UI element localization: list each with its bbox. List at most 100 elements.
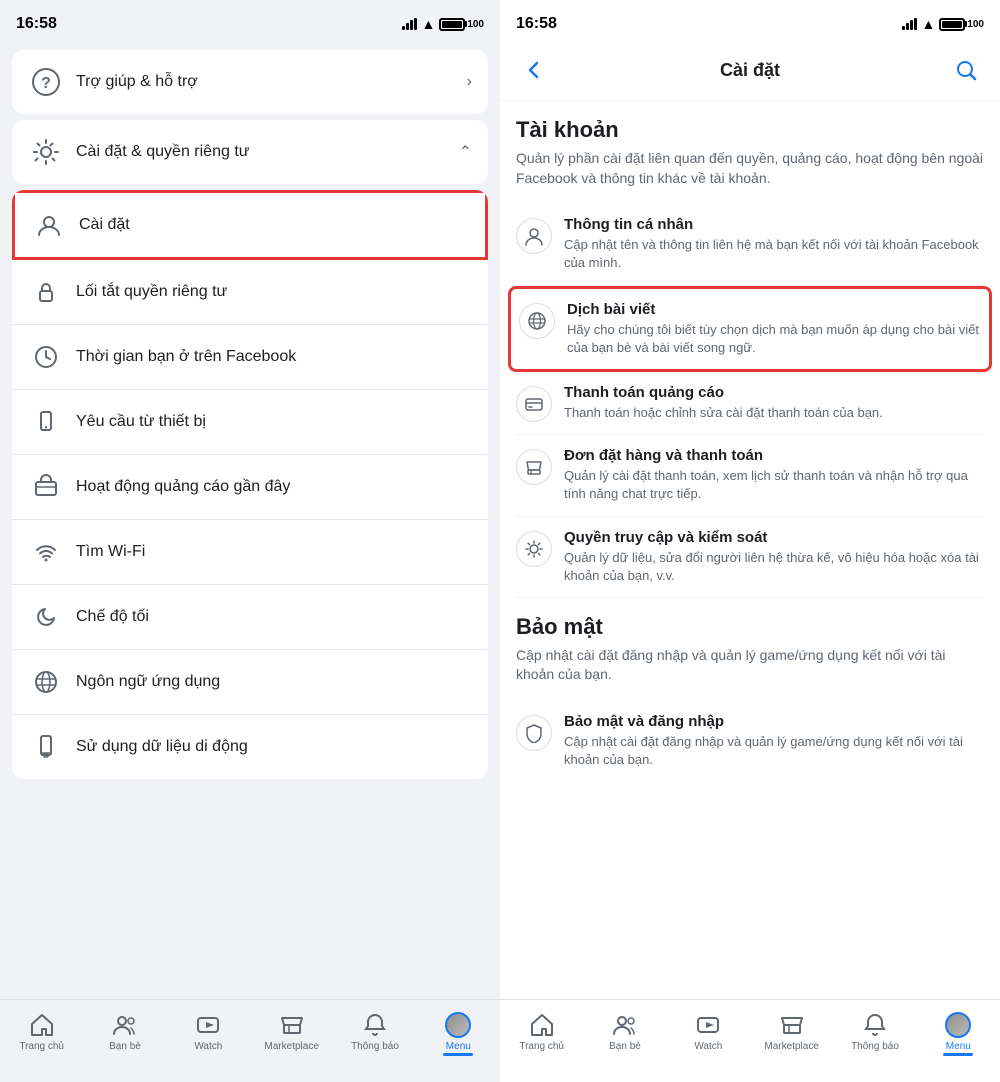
quyen-truy-cap-icon xyxy=(516,531,552,567)
left-status-icons: ▲ 100 xyxy=(402,16,484,32)
sub-items-group: Cài đặt Lối tắt quyền riêng tư xyxy=(12,190,488,779)
right-signal-icon xyxy=(902,18,917,30)
signal-icon xyxy=(402,18,417,30)
don-dat-hang-desc: Quản lý cài đặt thanh toán, xem lịch sử … xyxy=(564,467,984,503)
che-do-toi-item[interactable]: Chế độ tối xyxy=(12,585,488,650)
battery-icon xyxy=(439,18,465,31)
cai-dat-label: Cài đặt xyxy=(79,216,130,234)
yeu-cau-item[interactable]: Yêu cầu từ thiết bị xyxy=(12,390,488,455)
help-icon: ? xyxy=(28,64,64,100)
battery-container: 100 xyxy=(439,18,484,31)
right-battery-label: 100 xyxy=(967,19,984,30)
left-status-bar: 16:58 ▲ 100 xyxy=(0,0,500,44)
settings-privacy-icon xyxy=(28,134,64,170)
right-tab-home-label: Trang chủ xyxy=(519,1041,564,1052)
right-time: 16:58 xyxy=(516,15,557,33)
don-dat-hang-title: Đơn đặt hàng và thanh toán xyxy=(564,447,984,464)
right-tab-active-bar xyxy=(943,1053,973,1056)
thong-tin-ca-nhan-item[interactable]: Thông tin cá nhân Cập nhật tên và thông … xyxy=(516,204,984,285)
right-battery-container: 100 xyxy=(939,18,984,31)
hoat-dong-label: Hoạt động quảng cáo gần đây xyxy=(76,478,290,496)
bao-mat-section: Bảo mật Cập nhật cài đặt đăng nhập và qu… xyxy=(516,614,984,782)
right-tab-marketplace[interactable]: Marketplace xyxy=(750,1008,833,1056)
thanh-toan-qc-desc: Thanh toán hoặc chỉnh sửa cài đặt thanh … xyxy=(564,404,984,422)
left-tab-home[interactable]: Trang chủ xyxy=(0,1008,83,1056)
left-tab-avatar xyxy=(445,1012,471,1038)
dich-bai-viet-item[interactable]: Dịch bài viết Hãy cho chúng tôi biết tùy… xyxy=(508,286,992,372)
su-dung-icon xyxy=(28,729,64,765)
right-wifi-icon: ▲ xyxy=(921,16,935,32)
su-dung-item[interactable]: Sử dụng dữ liệu di động xyxy=(12,715,488,779)
right-status-icons: ▲ 100 xyxy=(902,16,984,32)
wifi-icon: ▲ xyxy=(421,16,435,32)
right-status-bar: 16:58 ▲ 100 xyxy=(500,0,1000,44)
left-tab-active-bar xyxy=(443,1053,473,1056)
right-title: Cài đặt xyxy=(720,60,780,81)
tai-khoan-title: Tài khoản xyxy=(516,117,984,143)
dich-bai-viet-desc: Hãy cho chúng tôi biết tùy chọn dịch mà … xyxy=(567,321,981,357)
right-tab-friends[interactable]: Bạn bè xyxy=(583,1008,666,1056)
right-tab-friends-label: Bạn bè xyxy=(609,1041,641,1052)
right-home-icon xyxy=(529,1012,555,1038)
right-tab-menu[interactable]: Menu xyxy=(917,1008,1000,1056)
help-section-item[interactable]: ? Trợ giúp & hỗ trợ › xyxy=(12,50,488,114)
tim-wifi-item[interactable]: Tìm Wi-Fi xyxy=(12,520,488,585)
right-marketplace-icon xyxy=(779,1012,805,1038)
thoi-gian-item[interactable]: Thời gian bạn ở trên Facebook xyxy=(12,325,488,390)
left-tab-marketplace[interactable]: Marketplace xyxy=(250,1008,333,1056)
ngon-ngu-label: Ngôn ngữ ứng dụng xyxy=(76,673,220,691)
thong-tin-desc: Cập nhật tên và thông tin liên hệ mà bạn… xyxy=(564,236,984,272)
settings-privacy-label: Cài đặt & quyền riêng tư xyxy=(76,143,249,161)
cai-dat-item[interactable]: Cài đặt xyxy=(12,190,488,260)
left-tab-friends[interactable]: Bạn bè xyxy=(83,1008,166,1056)
thong-tin-icon xyxy=(516,218,552,254)
back-button[interactable] xyxy=(516,52,552,88)
left-tab-home-label: Trang chủ xyxy=(19,1041,64,1052)
bao-mat-desc: Cập nhật cài đặt đăng nhập và quản lý ga… xyxy=(516,646,984,685)
left-tab-bell[interactable]: Thông báo xyxy=(333,1008,416,1056)
don-dat-hang-icon xyxy=(516,449,552,485)
loi-tat-item[interactable]: Lối tắt quyền riêng tư xyxy=(12,260,488,325)
watch-icon xyxy=(195,1012,221,1038)
right-tab-bell[interactable]: Thông báo xyxy=(833,1008,916,1056)
settings-privacy-item[interactable]: Cài đặt & quyền riêng tư ⌃ xyxy=(12,120,488,184)
left-tab-watch-label: Watch xyxy=(194,1041,222,1052)
left-tab-marketplace-label: Marketplace xyxy=(264,1041,318,1052)
yeu-cau-icon xyxy=(28,404,64,440)
dich-bai-viet-icon xyxy=(519,303,555,339)
don-dat-hang-item[interactable]: Đơn đặt hàng và thanh toán Quản lý cài đ… xyxy=(516,435,984,516)
right-tab-watch[interactable]: Watch xyxy=(667,1008,750,1056)
don-dat-hang-text: Đơn đặt hàng và thanh toán Quản lý cài đ… xyxy=(564,447,984,503)
help-chevron: › xyxy=(467,73,472,91)
left-panel: 16:58 ▲ 100 xyxy=(0,0,500,1082)
left-tab-menu[interactable]: Menu xyxy=(417,1008,500,1056)
right-battery-icon xyxy=(939,18,965,31)
right-tab-home[interactable]: Trang chủ xyxy=(500,1008,583,1056)
hoat-dong-icon xyxy=(28,469,64,505)
marketplace-icon xyxy=(279,1012,305,1038)
loi-tat-label: Lối tắt quyền riêng tư xyxy=(76,283,227,301)
bao-mat-dang-nhap-text: Bảo mật và đăng nhập Cập nhật cài đặt đă… xyxy=(564,713,984,769)
right-friends-icon xyxy=(612,1012,638,1038)
help-label: Trợ giúp & hỗ trợ xyxy=(76,73,198,91)
hoat-dong-item[interactable]: Hoạt động quảng cáo gần đây xyxy=(12,455,488,520)
thanh-toan-qc-item[interactable]: Thanh toán quảng cáo Thanh toán hoặc chỉ… xyxy=(516,372,984,435)
right-tab-bar: Trang chủ Bạn bè Watch xyxy=(500,999,1000,1082)
thanh-toan-qc-icon xyxy=(516,386,552,422)
quyen-truy-cap-text: Quyền truy cập và kiểm soát Quản lý dữ l… xyxy=(564,529,984,585)
right-tab-avatar xyxy=(945,1012,971,1038)
thanh-toan-qc-text: Thanh toán quảng cáo Thanh toán hoặc chỉ… xyxy=(564,384,984,422)
quyen-truy-cap-desc: Quản lý dữ liệu, sửa đổi người liên hệ t… xyxy=(564,549,984,585)
left-tab-watch[interactable]: Watch xyxy=(167,1008,250,1056)
ngon-ngu-item[interactable]: Ngôn ngữ ứng dụng xyxy=(12,650,488,715)
right-tab-watch-label: Watch xyxy=(694,1041,722,1052)
search-button[interactable] xyxy=(948,52,984,88)
thoi-gian-label: Thời gian bạn ở trên Facebook xyxy=(76,348,296,366)
quyen-truy-cap-item[interactable]: Quyền truy cập và kiểm soát Quản lý dữ l… xyxy=(516,517,984,598)
dich-bai-viet-text: Dịch bài viết Hãy cho chúng tôi biết tùy… xyxy=(567,301,981,357)
bao-mat-dang-nhap-desc: Cập nhật cài đặt đăng nhập và quản lý ga… xyxy=(564,733,984,769)
left-time: 16:58 xyxy=(16,15,57,33)
bao-mat-dang-nhap-item[interactable]: Bảo mật và đăng nhập Cập nhật cài đặt đă… xyxy=(516,701,984,781)
thoi-gian-icon xyxy=(28,339,64,375)
bell-icon xyxy=(362,1012,388,1038)
